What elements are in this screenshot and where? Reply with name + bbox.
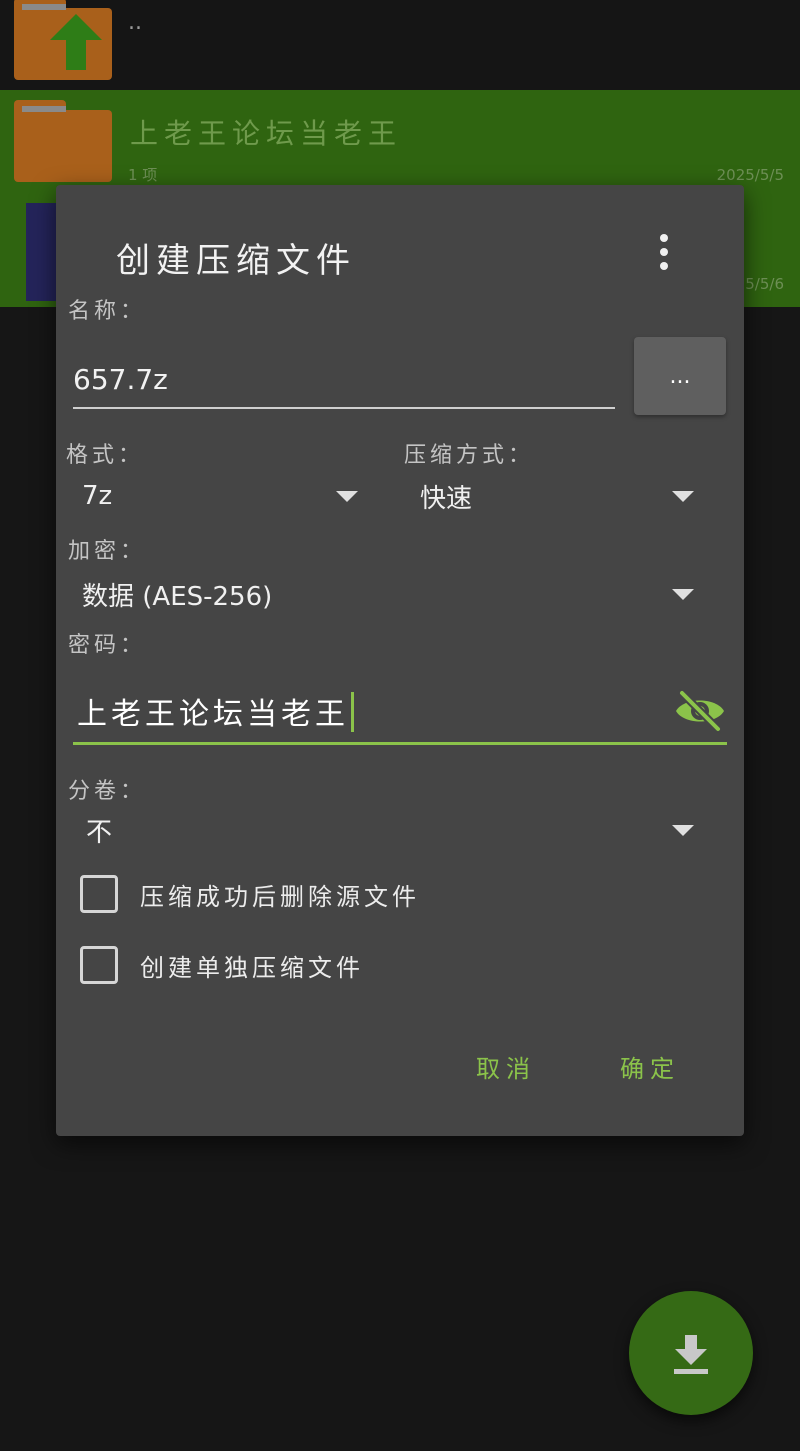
download-fab[interactable] bbox=[629, 1291, 753, 1415]
separate-archive-label: 创建单独压缩文件 bbox=[140, 953, 364, 982]
split-value: 不 bbox=[86, 817, 113, 848]
delete-source-checkbox[interactable] bbox=[80, 875, 118, 913]
folder-item-count: 1 项 bbox=[128, 166, 158, 184]
delete-source-option[interactable]: 压缩成功后删除源文件 bbox=[80, 871, 420, 917]
format-select[interactable]: 7z bbox=[82, 471, 358, 521]
parent-dir-label: .. bbox=[128, 10, 142, 35]
folder-icon bbox=[14, 100, 112, 182]
archive-name-input[interactable]: 657.7z bbox=[73, 355, 615, 409]
password-value: 上老王论坛当老王 bbox=[77, 697, 349, 732]
create-archive-dialog: 创建压缩文件 名称： 657.7z ... 格式： 7z 压缩方式： 快速 加密… bbox=[56, 185, 744, 1136]
password-label: 密码： bbox=[68, 633, 147, 658]
split-label: 分卷： bbox=[68, 779, 147, 804]
more-vert-icon bbox=[660, 234, 668, 242]
separate-archive-checkbox[interactable] bbox=[80, 946, 118, 984]
browse-button[interactable]: ... bbox=[634, 337, 726, 415]
folder-date: 2025/5/5 bbox=[716, 166, 784, 184]
download-icon bbox=[674, 1335, 708, 1374]
method-value: 快速 bbox=[420, 483, 473, 514]
method-label: 压缩方式： bbox=[404, 443, 535, 468]
chevron-down-icon bbox=[336, 491, 358, 502]
text-cursor bbox=[351, 692, 354, 732]
encryption-value: 数据 (AES-256) bbox=[82, 581, 273, 612]
chevron-down-icon bbox=[672, 589, 694, 600]
format-value: 7z bbox=[82, 481, 113, 511]
separate-archive-option[interactable]: 创建单独压缩文件 bbox=[80, 942, 364, 988]
password-input[interactable]: 上老王论坛当老王 bbox=[73, 677, 727, 745]
file-row-folder[interactable]: 上老王论坛当老王 1 项 2025/5/5 bbox=[0, 90, 800, 187]
encryption-label: 加密： bbox=[68, 539, 147, 564]
ok-button[interactable]: 确定 bbox=[620, 1049, 680, 1084]
encryption-select[interactable]: 数据 (AES-256) bbox=[82, 569, 694, 619]
chevron-down-icon bbox=[672, 491, 694, 502]
more-options-button[interactable] bbox=[646, 227, 682, 277]
split-volume-select[interactable]: 不 bbox=[86, 805, 694, 855]
folder-up-icon bbox=[14, 0, 112, 80]
cancel-button[interactable]: 取消 bbox=[476, 1049, 536, 1084]
folder-name: 上老王论坛当老王 bbox=[130, 117, 403, 150]
dialog-title: 创建压缩文件 bbox=[116, 241, 356, 281]
file-row-parent[interactable]: .. bbox=[0, 0, 800, 90]
visibility-off-icon[interactable] bbox=[672, 685, 728, 737]
name-label: 名称： bbox=[68, 299, 147, 324]
delete-source-label: 压缩成功后删除源文件 bbox=[140, 882, 420, 911]
compression-method-select[interactable]: 快速 bbox=[420, 471, 694, 521]
chevron-down-icon bbox=[672, 825, 694, 836]
format-label: 格式： bbox=[66, 443, 145, 468]
